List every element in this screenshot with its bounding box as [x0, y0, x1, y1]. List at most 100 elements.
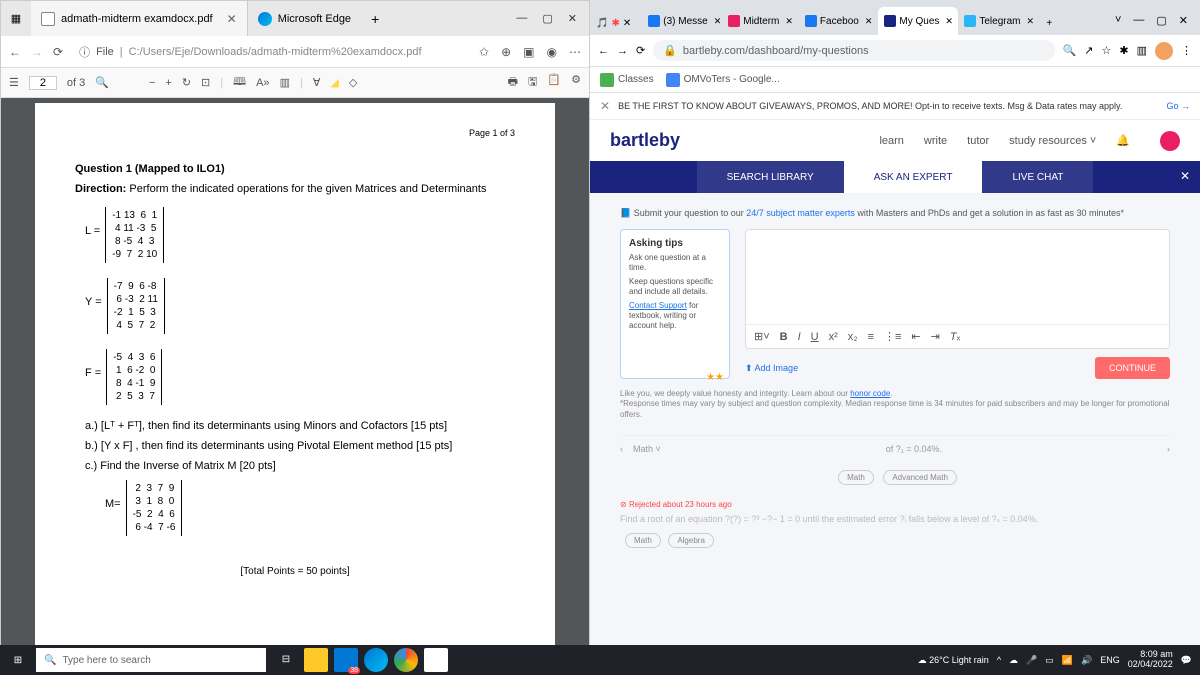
chrome-taskbar-icon[interactable]	[394, 648, 418, 672]
chevron-down-icon[interactable]: ˅	[1115, 14, 1121, 27]
find-icon[interactable]: 🔍	[95, 76, 109, 89]
bell-icon[interactable]: 🔔	[1116, 134, 1130, 147]
onedrive-icon[interactable]: ☁	[1009, 655, 1018, 666]
pdf-viewport[interactable]: Page 1 of 3 Question 1 (Mapped to ILO1) …	[1, 98, 589, 674]
text-icon[interactable]: A»	[256, 77, 269, 89]
nav-link[interactable]: tutor	[967, 135, 989, 147]
task-view-icon[interactable]: ⊟	[274, 648, 298, 672]
close-window-button[interactable]: ✕	[1179, 14, 1188, 27]
rotate-icon[interactable]: ↻	[182, 76, 191, 89]
clear-format-button[interactable]: Tₓ	[950, 331, 960, 343]
lang-indicator[interactable]: ENG	[1100, 655, 1120, 665]
question-editor[interactable]: ⊞˅ B I U x² x₂ ≡ ⋮≡ ⇤ ⇥ Tₓ	[745, 229, 1170, 349]
page-view-icon[interactable]: ▥	[280, 76, 290, 89]
nav-link[interactable]: study resources ˅	[1009, 135, 1096, 147]
page-number-input[interactable]	[29, 76, 57, 90]
start-button[interactable]: ⊞	[0, 655, 36, 666]
share-icon[interactable]: ↗	[1084, 44, 1093, 57]
address-bar[interactable]: ⓘ File | C:/Users/Eje/Downloads/admath-m…	[71, 44, 471, 60]
star-icon[interactable]: ☆	[1102, 44, 1112, 57]
chrome-tab[interactable]: Midterm✕	[722, 7, 799, 35]
forward-button[interactable]: →	[617, 45, 628, 57]
chrome-tab[interactable]: My Ques✕	[878, 7, 958, 35]
underline-button[interactable]: U	[811, 331, 819, 343]
next-icon[interactable]: ›	[1167, 444, 1170, 454]
cast-icon[interactable]: ▭	[1045, 655, 1054, 666]
close-tab-icon[interactable]: ✕	[785, 16, 793, 27]
close-panel-button[interactable]: ✕	[1180, 169, 1190, 183]
prev-icon[interactable]: ‹	[620, 444, 623, 454]
wifi-icon[interactable]: 📶	[1062, 655, 1073, 666]
add-image-button[interactable]: ⬆ Add Image	[745, 363, 798, 374]
table-icon[interactable]: ⊞˅	[754, 330, 770, 343]
close-tab-icon[interactable]: ✕	[227, 12, 237, 26]
refresh-button[interactable]: ⟳	[636, 44, 645, 57]
new-tab-button[interactable]: +	[1038, 18, 1060, 35]
tag-math-2[interactable]: Math	[625, 533, 661, 548]
outdent-button[interactable]: ⇤	[911, 330, 920, 343]
print-icon[interactable]: 🖶	[508, 73, 518, 92]
chrome-tab[interactable]: (3) Messe✕	[642, 7, 722, 35]
explorer-icon[interactable]	[304, 648, 328, 672]
sidebar-toggle-icon[interactable]: ☰	[9, 76, 19, 89]
paint-icon[interactable]	[424, 648, 448, 672]
back-button[interactable]: ←	[598, 45, 609, 57]
zoom-in-icon[interactable]: +	[165, 77, 171, 89]
fit-page-icon[interactable]: ⊡	[201, 76, 210, 89]
highlight-icon[interactable]: ◢	[330, 76, 338, 89]
refresh-button[interactable]: ⟳	[53, 45, 63, 59]
tag-math[interactable]: Math	[838, 470, 874, 485]
favorites-icon[interactable]: ⊕	[501, 45, 511, 59]
save-as-icon[interactable]: 📋	[547, 73, 561, 92]
reading-icon[interactable]: ▥	[1137, 44, 1147, 57]
forward-button[interactable]: →	[31, 45, 43, 59]
tag-advanced-math[interactable]: Advanced Math	[883, 470, 957, 485]
close-tab-icon[interactable]: ✕	[945, 16, 953, 27]
nav-link[interactable]: write	[924, 135, 947, 147]
avatar-icon[interactable]	[1155, 42, 1173, 60]
chrome-tab[interactable]: Faceboo✕	[799, 7, 878, 35]
edge-tab-pdf[interactable]: admath-midterm examdocx.pdf ✕	[31, 1, 248, 36]
notifications-icon[interactable]: 💬	[1181, 655, 1192, 666]
menu-icon[interactable]: ⋮	[1181, 44, 1192, 57]
banner-go-link[interactable]: Go →	[1166, 101, 1190, 111]
new-tab-button[interactable]: +	[361, 11, 389, 27]
maximize-button[interactable]: ▢	[1156, 14, 1166, 27]
mic-icon[interactable]: 🎤	[1026, 655, 1037, 666]
subscript-button[interactable]: x₂	[848, 331, 858, 343]
close-tab-icon[interactable]: ✕	[714, 16, 722, 27]
chrome-tab[interactable]: Telegram✕	[958, 7, 1038, 35]
profile-icon[interactable]: ◉	[547, 45, 557, 59]
bartleby-logo[interactable]: bartleby	[610, 130, 680, 151]
bookmark-item[interactable]: Classes	[600, 73, 654, 87]
minimize-button[interactable]: —	[516, 12, 527, 25]
back-button[interactable]: ←	[9, 45, 21, 59]
tag-algebra[interactable]: Algebra	[668, 533, 714, 548]
draw-icon[interactable]: ∀	[313, 76, 321, 89]
extensions-icon[interactable]: ✱	[1119, 44, 1128, 57]
erase-icon[interactable]: ◇	[349, 76, 357, 89]
bold-button[interactable]: B	[780, 331, 788, 343]
continue-button[interactable]: CONTINUE	[1095, 357, 1170, 379]
italic-button[interactable]: I	[798, 331, 801, 343]
indent-button[interactable]: ⇥	[931, 330, 940, 343]
zoom-out-icon[interactable]: −	[149, 77, 155, 89]
read-aloud-icon[interactable]: ✩	[479, 45, 489, 59]
nav-link[interactable]: learn	[879, 135, 903, 147]
weather-widget[interactable]: ☁ 26°C Light rain	[918, 655, 989, 666]
close-banner-button[interactable]: ✕	[600, 99, 610, 113]
close-icon[interactable]: ✕	[623, 18, 631, 29]
user-avatar[interactable]	[1160, 131, 1180, 151]
collections-icon[interactable]: ▣	[523, 45, 534, 59]
tray-chevron-icon[interactable]: ^	[997, 655, 1001, 665]
number-list-button[interactable]: ⋮≡	[884, 330, 901, 343]
bartleby-tab[interactable]: LIVE CHAT	[982, 161, 1093, 193]
bartleby-tab[interactable]: ASK AN EXPERT	[844, 161, 983, 193]
maximize-button[interactable]: ▢	[542, 12, 552, 25]
close-tab-icon[interactable]: ✕	[1027, 16, 1035, 27]
tabs-button[interactable]: ▦	[1, 12, 31, 25]
bullet-list-button[interactable]: ≡	[868, 331, 874, 343]
read-aloud-icon[interactable]: 🕮	[233, 73, 246, 92]
close-window-button[interactable]: ✕	[568, 12, 577, 25]
close-tab-icon[interactable]: ✕	[865, 16, 873, 27]
